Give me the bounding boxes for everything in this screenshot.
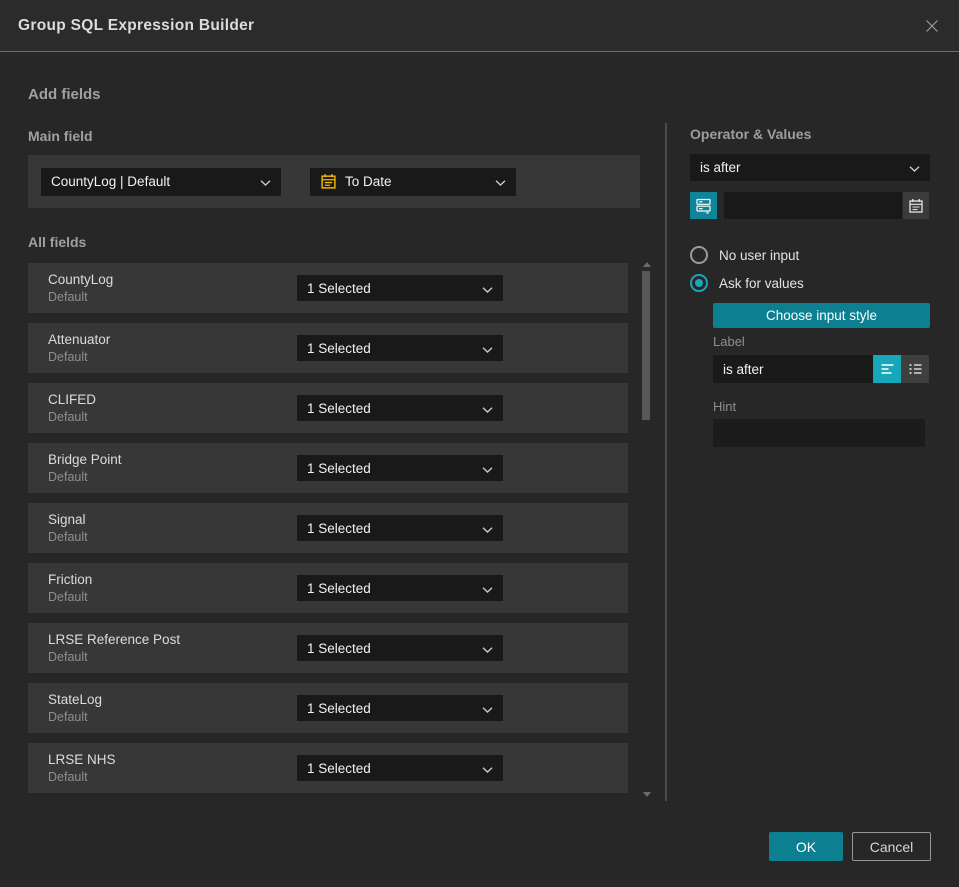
no-user-input-radio[interactable]: No user input [690,246,799,264]
chevron-down-icon [482,761,493,776]
hint-input[interactable] [713,419,925,447]
field-row-statelog: StateLog Default 1 Selected [28,683,628,733]
field-type-dropdown-value: To Date [345,174,392,189]
cancel-button[interactable]: Cancel [852,832,931,861]
chevron-down-icon [482,341,493,356]
field-row-selected-dropdown[interactable]: 1 Selected [297,755,503,781]
selected-count: 1 Selected [307,520,371,536]
field-row-selected-dropdown[interactable]: 1 Selected [297,575,503,601]
operator-dropdown-value: is after [700,160,741,175]
selected-count: 1 Selected [307,760,371,776]
all-fields-list: CountyLog Default 1 Selected Attenuator … [28,263,628,803]
label-field-label: Label [713,334,745,349]
dialog-title: Group SQL Expression Builder [18,16,255,34]
ok-button[interactable]: OK [769,832,843,861]
chevron-down-icon [482,281,493,296]
chevron-down-icon [909,160,920,175]
ask-for-values-label: Ask for values [719,275,804,291]
field-row-selected-dropdown[interactable]: 1 Selected [297,695,503,721]
scrollbar-thumb[interactable] [642,271,650,420]
calendar-icon [908,198,924,214]
add-fields-heading: Add fields [28,86,101,103]
chevron-down-icon [482,521,493,536]
chevron-down-icon [482,701,493,716]
selected-count: 1 Selected [307,400,371,416]
selected-count: 1 Selected [307,640,371,656]
no-user-input-label: No user input [719,247,800,263]
calendar-icon [320,173,337,190]
unique-values-button[interactable] [690,192,717,219]
selected-count: 1 Selected [307,460,371,476]
date-picker-button[interactable] [903,192,929,219]
value-input[interactable] [724,192,902,219]
field-row-selected-dropdown[interactable]: 1 Selected [297,335,503,361]
close-icon[interactable] [923,17,941,35]
operator-dropdown[interactable]: is after [690,154,930,181]
main-field-dropdown-value: CountyLog | Default [51,174,171,189]
all-fields-label: All fields [28,234,87,250]
field-row-clifed: CLIFED Default 1 Selected [28,383,628,433]
align-left-icon [880,363,895,376]
chevron-down-icon [260,174,271,189]
scrollbar-up-arrow[interactable] [643,262,651,267]
field-row-friction: Friction Default 1 Selected [28,563,628,613]
chevron-down-icon [482,461,493,476]
field-row-selected-dropdown[interactable]: 1 Selected [297,455,503,481]
radio-unchecked-icon [690,246,708,264]
textbox-style-button[interactable] [873,355,901,383]
selected-count: 1 Selected [307,580,371,596]
chevron-down-icon [482,581,493,596]
field-row-bridge-point: Bridge Point Default 1 Selected [28,443,628,493]
panel-divider [665,123,667,801]
ask-for-values-radio[interactable]: Ask for values [690,274,804,292]
stacked-values-icon [695,197,712,214]
selected-count: 1 Selected [307,340,371,356]
main-field-label: Main field [28,128,93,144]
radio-checked-icon [690,274,708,292]
field-row-selected-dropdown[interactable]: 1 Selected [297,515,503,541]
dialog-titlebar: Group SQL Expression Builder [0,0,959,52]
hint-field-label: Hint [713,399,737,414]
selected-count: 1 Selected [307,280,371,296]
field-row-lrse-reference-post: LRSE Reference Post Default 1 Selected [28,623,628,673]
scrollbar-down-arrow[interactable] [643,792,651,797]
operator-values-heading: Operator & Values [690,126,812,142]
field-row-selected-dropdown[interactable]: 1 Selected [297,275,503,301]
main-field-panel: CountyLog | Default To Date [28,155,640,208]
label-input[interactable] [713,355,873,383]
chevron-down-icon [495,174,506,189]
bulleted-list-icon [908,363,923,376]
field-row-selected-dropdown[interactable]: 1 Selected [297,635,503,661]
selected-count: 1 Selected [307,700,371,716]
chevron-down-icon [482,641,493,656]
field-type-dropdown[interactable]: To Date [310,167,516,196]
field-row-countylog: CountyLog Default 1 Selected [28,263,628,313]
field-row-selected-dropdown[interactable]: 1 Selected [297,395,503,421]
group-sql-expression-builder-dialog: Group SQL Expression Builder Add fields … [0,0,959,887]
main-field-dropdown[interactable]: CountyLog | Default [41,167,281,196]
list-style-button[interactable] [901,355,929,383]
field-row-lrse-nhs: LRSE NHS Default 1 Selected [28,743,628,793]
field-row-attenuator: Attenuator Default 1 Selected [28,323,628,373]
field-row-signal: Signal Default 1 Selected [28,503,628,553]
chevron-down-icon [482,401,493,416]
choose-input-style-button[interactable]: Choose input style [713,303,930,328]
